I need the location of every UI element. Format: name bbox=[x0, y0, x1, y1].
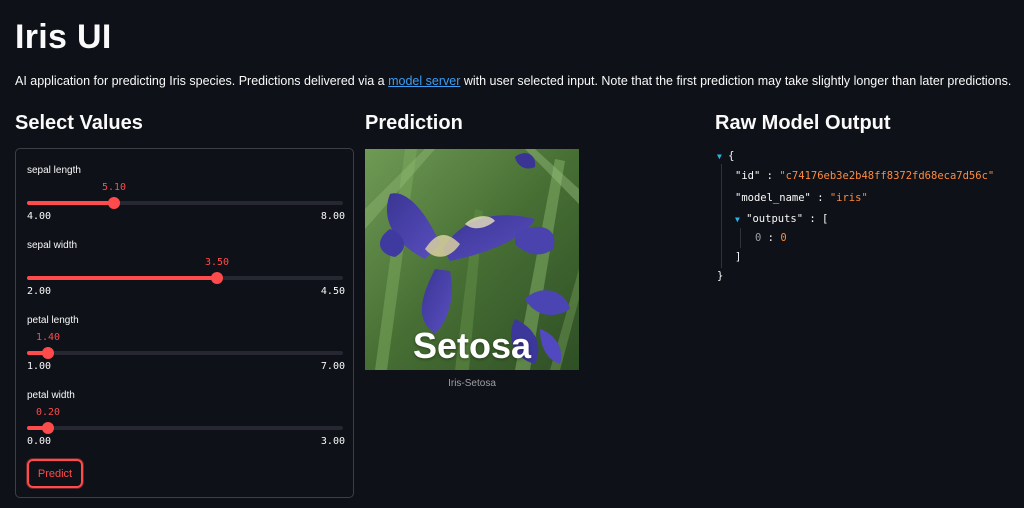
slider-label: petal width bbox=[27, 390, 75, 401]
petal-width-slider[interactable]: petal width 0.20 0.00 3.00 bbox=[27, 390, 345, 468]
prediction-heading: Prediction bbox=[365, 112, 463, 134]
slider-min: 4.00 bbox=[27, 211, 52, 222]
raw-model-output-heading: Raw Model Output bbox=[715, 112, 891, 134]
slider-min: 0.00 bbox=[27, 436, 52, 447]
slider-min: 1.00 bbox=[27, 361, 52, 372]
slider-label: petal length bbox=[27, 315, 79, 326]
slider-thumb[interactable] bbox=[211, 272, 223, 284]
json-output-value: 0 bbox=[780, 232, 787, 244]
select-values-heading: Select Values bbox=[15, 112, 143, 134]
slider-fill bbox=[27, 201, 114, 205]
json-array-index: 0 bbox=[755, 232, 762, 244]
json-indent-guide bbox=[740, 228, 741, 248]
prediction-overlay-text: Setosa bbox=[412, 325, 532, 366]
json-outputs-line[interactable]: ▼ "outputs" : [ bbox=[735, 213, 828, 225]
slider-track[interactable] bbox=[27, 347, 343, 359]
page-title: Iris UI bbox=[15, 18, 112, 56]
app-root: Iris UI AI application for predicting Ir… bbox=[0, 0, 1024, 508]
json-colon: : bbox=[766, 170, 773, 182]
slider-label: sepal length bbox=[27, 165, 81, 176]
json-indent-guide bbox=[721, 164, 722, 268]
json-close-bracket: ] bbox=[735, 251, 742, 263]
json-output-item: 0 : 0 bbox=[755, 232, 787, 244]
sepal-length-slider[interactable]: sepal length 5.10 4.00 8.00 bbox=[27, 165, 345, 243]
slider-track[interactable] bbox=[27, 422, 343, 434]
slider-label: sepal width bbox=[27, 240, 78, 251]
json-key: "id" bbox=[735, 170, 761, 182]
json-id-value: "c74176eb3e2b48ff8372fd68eca7d56c" bbox=[779, 170, 995, 182]
slider-value: 5.10 bbox=[101, 182, 127, 193]
sepal-width-slider[interactable]: sepal width 3.50 2.00 4.50 bbox=[27, 240, 345, 318]
slider-thumb[interactable] bbox=[42, 347, 54, 359]
slider-max: 3.00 bbox=[320, 436, 345, 447]
description-text-start: AI application for predicting Iris speci… bbox=[15, 74, 389, 88]
slider-max: 8.00 bbox=[320, 211, 345, 222]
json-colon: : bbox=[767, 232, 774, 244]
slider-track[interactable] bbox=[27, 272, 343, 284]
json-id-line: "id" : "c74176eb3e2b48ff8372fd68eca7d56c… bbox=[735, 170, 994, 182]
json-root-line[interactable]: ▼ { bbox=[717, 150, 734, 162]
slider-value: 1.40 bbox=[35, 332, 61, 343]
slider-thumb[interactable] bbox=[108, 197, 120, 209]
description-text-end: with user selected input. Note that the … bbox=[460, 74, 1012, 88]
prediction-caption: Iris-Setosa bbox=[448, 378, 496, 389]
slider-max: 4.50 bbox=[320, 286, 345, 297]
json-open-bracket: [ bbox=[822, 213, 829, 225]
json-key: "model_name" bbox=[735, 192, 811, 204]
slider-value: 3.50 bbox=[204, 257, 230, 268]
json-close-brace: } bbox=[717, 270, 724, 282]
slider-max: 7.00 bbox=[320, 361, 345, 372]
slider-track[interactable] bbox=[27, 197, 343, 209]
input-form: sepal length 5.10 4.00 8.00 sepal width … bbox=[15, 148, 354, 498]
page-description: AI application for predicting Iris speci… bbox=[15, 74, 1011, 88]
json-key: "outputs" bbox=[746, 213, 804, 225]
collapse-caret-icon[interactable]: ▼ bbox=[735, 215, 740, 224]
collapse-caret-icon[interactable]: ▼ bbox=[717, 152, 722, 161]
json-colon: : bbox=[817, 192, 824, 204]
json-model-name-value: "iris" bbox=[829, 192, 868, 204]
slider-value: 0.20 bbox=[35, 407, 61, 418]
json-open-brace: { bbox=[728, 150, 735, 162]
json-colon: : bbox=[809, 213, 816, 225]
prediction-image: Setosa bbox=[365, 149, 579, 370]
json-model-name-line: "model_name" : "iris" bbox=[735, 192, 868, 204]
slider-thumb[interactable] bbox=[42, 422, 54, 434]
slider-fill bbox=[27, 276, 217, 280]
petal-length-slider[interactable]: petal length 1.40 1.00 7.00 bbox=[27, 315, 345, 393]
model-server-link[interactable]: model server bbox=[388, 74, 460, 88]
predict-button[interactable]: Predict bbox=[27, 459, 83, 488]
slider-min: 2.00 bbox=[27, 286, 52, 297]
